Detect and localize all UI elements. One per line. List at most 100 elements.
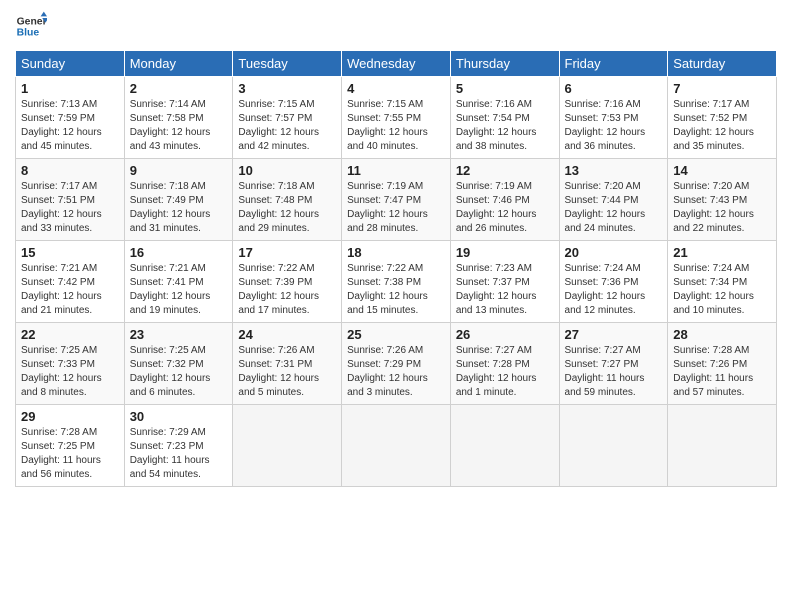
weekday-header-wednesday: Wednesday bbox=[342, 51, 451, 77]
calendar-cell: 29 Sunrise: 7:28 AM Sunset: 7:25 PM Dayl… bbox=[16, 405, 125, 487]
day-info: Sunrise: 7:19 AM Sunset: 7:46 PM Dayligh… bbox=[456, 181, 537, 234]
day-info: Sunrise: 7:14 AM Sunset: 7:58 PM Dayligh… bbox=[130, 99, 211, 152]
calendar-cell: 15 Sunrise: 7:21 AM Sunset: 7:42 PM Dayl… bbox=[16, 241, 125, 323]
day-number: 3 bbox=[238, 81, 336, 96]
day-info: Sunrise: 7:28 AM Sunset: 7:26 PM Dayligh… bbox=[673, 345, 753, 398]
day-info: Sunrise: 7:17 AM Sunset: 7:51 PM Dayligh… bbox=[21, 181, 102, 234]
calendar-week-4: 22 Sunrise: 7:25 AM Sunset: 7:33 PM Dayl… bbox=[16, 323, 777, 405]
day-info: Sunrise: 7:18 AM Sunset: 7:48 PM Dayligh… bbox=[238, 181, 319, 234]
calendar-week-3: 15 Sunrise: 7:21 AM Sunset: 7:42 PM Dayl… bbox=[16, 241, 777, 323]
day-info: Sunrise: 7:26 AM Sunset: 7:31 PM Dayligh… bbox=[238, 345, 319, 398]
day-number: 1 bbox=[21, 81, 119, 96]
day-number: 21 bbox=[673, 245, 771, 260]
weekday-header-friday: Friday bbox=[559, 51, 668, 77]
calendar-cell bbox=[450, 405, 559, 487]
calendar-cell: 4 Sunrise: 7:15 AM Sunset: 7:55 PM Dayli… bbox=[342, 77, 451, 159]
day-info: Sunrise: 7:19 AM Sunset: 7:47 PM Dayligh… bbox=[347, 181, 428, 234]
day-info: Sunrise: 7:26 AM Sunset: 7:29 PM Dayligh… bbox=[347, 345, 428, 398]
day-info: Sunrise: 7:15 AM Sunset: 7:55 PM Dayligh… bbox=[347, 99, 428, 152]
day-number: 11 bbox=[347, 163, 445, 178]
calendar-cell: 6 Sunrise: 7:16 AM Sunset: 7:53 PM Dayli… bbox=[559, 77, 668, 159]
calendar-week-5: 29 Sunrise: 7:28 AM Sunset: 7:25 PM Dayl… bbox=[16, 405, 777, 487]
weekday-header-tuesday: Tuesday bbox=[233, 51, 342, 77]
weekday-header-sunday: Sunday bbox=[16, 51, 125, 77]
day-info: Sunrise: 7:20 AM Sunset: 7:44 PM Dayligh… bbox=[565, 181, 646, 234]
calendar-cell: 1 Sunrise: 7:13 AM Sunset: 7:59 PM Dayli… bbox=[16, 77, 125, 159]
calendar-cell: 5 Sunrise: 7:16 AM Sunset: 7:54 PM Dayli… bbox=[450, 77, 559, 159]
header: General Blue bbox=[15, 10, 777, 42]
calendar-cell: 7 Sunrise: 7:17 AM Sunset: 7:52 PM Dayli… bbox=[668, 77, 777, 159]
calendar-cell bbox=[668, 405, 777, 487]
calendar-cell bbox=[342, 405, 451, 487]
day-number: 14 bbox=[673, 163, 771, 178]
day-number: 12 bbox=[456, 163, 554, 178]
calendar-cell bbox=[233, 405, 342, 487]
calendar-cell: 17 Sunrise: 7:22 AM Sunset: 7:39 PM Dayl… bbox=[233, 241, 342, 323]
day-number: 27 bbox=[565, 327, 663, 342]
day-number: 26 bbox=[456, 327, 554, 342]
calendar-cell: 14 Sunrise: 7:20 AM Sunset: 7:43 PM Dayl… bbox=[668, 159, 777, 241]
day-info: Sunrise: 7:22 AM Sunset: 7:38 PM Dayligh… bbox=[347, 263, 428, 316]
day-info: Sunrise: 7:22 AM Sunset: 7:39 PM Dayligh… bbox=[238, 263, 319, 316]
calendar-cell: 22 Sunrise: 7:25 AM Sunset: 7:33 PM Dayl… bbox=[16, 323, 125, 405]
logo: General Blue bbox=[15, 10, 47, 42]
day-info: Sunrise: 7:24 AM Sunset: 7:36 PM Dayligh… bbox=[565, 263, 646, 316]
page: General Blue SundayMondayTuesdayWednesda… bbox=[0, 0, 792, 612]
day-number: 15 bbox=[21, 245, 119, 260]
day-number: 9 bbox=[130, 163, 228, 178]
calendar-week-1: 1 Sunrise: 7:13 AM Sunset: 7:59 PM Dayli… bbox=[16, 77, 777, 159]
calendar-cell: 26 Sunrise: 7:27 AM Sunset: 7:28 PM Dayl… bbox=[450, 323, 559, 405]
calendar-cell: 28 Sunrise: 7:28 AM Sunset: 7:26 PM Dayl… bbox=[668, 323, 777, 405]
calendar-cell: 27 Sunrise: 7:27 AM Sunset: 7:27 PM Dayl… bbox=[559, 323, 668, 405]
day-info: Sunrise: 7:17 AM Sunset: 7:52 PM Dayligh… bbox=[673, 99, 754, 152]
calendar-week-2: 8 Sunrise: 7:17 AM Sunset: 7:51 PM Dayli… bbox=[16, 159, 777, 241]
calendar-cell: 23 Sunrise: 7:25 AM Sunset: 7:32 PM Dayl… bbox=[124, 323, 233, 405]
day-info: Sunrise: 7:18 AM Sunset: 7:49 PM Dayligh… bbox=[130, 181, 211, 234]
day-info: Sunrise: 7:21 AM Sunset: 7:42 PM Dayligh… bbox=[21, 263, 102, 316]
svg-text:Blue: Blue bbox=[17, 28, 40, 39]
day-number: 30 bbox=[130, 409, 228, 424]
day-number: 25 bbox=[347, 327, 445, 342]
day-info: Sunrise: 7:16 AM Sunset: 7:54 PM Dayligh… bbox=[456, 99, 537, 152]
day-info: Sunrise: 7:21 AM Sunset: 7:41 PM Dayligh… bbox=[130, 263, 211, 316]
weekday-header-monday: Monday bbox=[124, 51, 233, 77]
calendar-cell: 11 Sunrise: 7:19 AM Sunset: 7:47 PM Dayl… bbox=[342, 159, 451, 241]
day-number: 17 bbox=[238, 245, 336, 260]
calendar-cell: 19 Sunrise: 7:23 AM Sunset: 7:37 PM Dayl… bbox=[450, 241, 559, 323]
calendar-cell: 13 Sunrise: 7:20 AM Sunset: 7:44 PM Dayl… bbox=[559, 159, 668, 241]
calendar-cell: 30 Sunrise: 7:29 AM Sunset: 7:23 PM Dayl… bbox=[124, 405, 233, 487]
logo-icon: General Blue bbox=[15, 10, 47, 42]
day-number: 13 bbox=[565, 163, 663, 178]
calendar-cell: 24 Sunrise: 7:26 AM Sunset: 7:31 PM Dayl… bbox=[233, 323, 342, 405]
day-info: Sunrise: 7:15 AM Sunset: 7:57 PM Dayligh… bbox=[238, 99, 319, 152]
day-info: Sunrise: 7:27 AM Sunset: 7:27 PM Dayligh… bbox=[565, 345, 645, 398]
calendar-cell: 12 Sunrise: 7:19 AM Sunset: 7:46 PM Dayl… bbox=[450, 159, 559, 241]
day-number: 23 bbox=[130, 327, 228, 342]
calendar-cell: 21 Sunrise: 7:24 AM Sunset: 7:34 PM Dayl… bbox=[668, 241, 777, 323]
day-number: 19 bbox=[456, 245, 554, 260]
calendar: SundayMondayTuesdayWednesdayThursdayFrid… bbox=[15, 50, 777, 487]
weekday-header-saturday: Saturday bbox=[668, 51, 777, 77]
calendar-cell: 10 Sunrise: 7:18 AM Sunset: 7:48 PM Dayl… bbox=[233, 159, 342, 241]
day-number: 28 bbox=[673, 327, 771, 342]
day-info: Sunrise: 7:23 AM Sunset: 7:37 PM Dayligh… bbox=[456, 263, 537, 316]
weekday-header-thursday: Thursday bbox=[450, 51, 559, 77]
day-number: 4 bbox=[347, 81, 445, 96]
day-number: 16 bbox=[130, 245, 228, 260]
day-info: Sunrise: 7:29 AM Sunset: 7:23 PM Dayligh… bbox=[130, 427, 210, 480]
day-number: 10 bbox=[238, 163, 336, 178]
calendar-cell: 9 Sunrise: 7:18 AM Sunset: 7:49 PM Dayli… bbox=[124, 159, 233, 241]
calendar-cell: 16 Sunrise: 7:21 AM Sunset: 7:41 PM Dayl… bbox=[124, 241, 233, 323]
day-number: 5 bbox=[456, 81, 554, 96]
day-number: 18 bbox=[347, 245, 445, 260]
calendar-cell: 25 Sunrise: 7:26 AM Sunset: 7:29 PM Dayl… bbox=[342, 323, 451, 405]
day-info: Sunrise: 7:25 AM Sunset: 7:33 PM Dayligh… bbox=[21, 345, 102, 398]
calendar-cell: 18 Sunrise: 7:22 AM Sunset: 7:38 PM Dayl… bbox=[342, 241, 451, 323]
calendar-header-row: SundayMondayTuesdayWednesdayThursdayFrid… bbox=[16, 51, 777, 77]
calendar-cell: 3 Sunrise: 7:15 AM Sunset: 7:57 PM Dayli… bbox=[233, 77, 342, 159]
day-number: 20 bbox=[565, 245, 663, 260]
day-info: Sunrise: 7:28 AM Sunset: 7:25 PM Dayligh… bbox=[21, 427, 101, 480]
day-info: Sunrise: 7:25 AM Sunset: 7:32 PM Dayligh… bbox=[130, 345, 211, 398]
day-info: Sunrise: 7:20 AM Sunset: 7:43 PM Dayligh… bbox=[673, 181, 754, 234]
day-number: 24 bbox=[238, 327, 336, 342]
